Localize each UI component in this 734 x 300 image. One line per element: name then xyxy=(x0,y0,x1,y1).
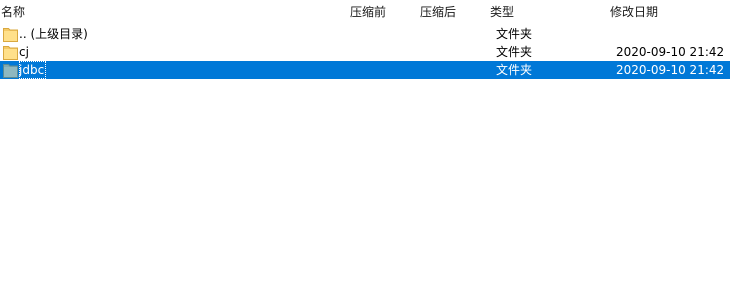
column-header-size-before[interactable]: 压缩前 xyxy=(350,4,386,20)
column-header-type[interactable]: 类型 xyxy=(490,4,514,20)
folder-icon xyxy=(3,28,18,42)
folder-icon xyxy=(3,46,18,60)
file-type: 文件夹 xyxy=(496,27,533,41)
column-header-name[interactable]: 名称 xyxy=(1,4,25,20)
file-row-jdbc[interactable]: jdbc 文件夹 2020-09-10 21:42 xyxy=(0,61,730,79)
column-header-modified[interactable]: 修改日期 xyxy=(610,4,658,20)
file-modified: 2020-09-10 21:42 xyxy=(616,45,725,59)
file-row-cj[interactable]: cj 文件夹 2020-09-10 21:42 xyxy=(0,43,730,61)
file-row-parent[interactable]: .. (上级目录) 文件夹 xyxy=(0,25,730,43)
file-type: 文件夹 xyxy=(496,45,533,59)
file-type: 文件夹 xyxy=(496,63,533,77)
file-name-jdbc: jdbc xyxy=(19,61,47,79)
column-header-bar: 名称 压缩前 压缩后 类型 修改日期 xyxy=(0,0,734,22)
file-name-parent: .. (上级目录) xyxy=(19,27,88,41)
column-header-size-after[interactable]: 压缩后 xyxy=(420,4,456,20)
folder-icon xyxy=(3,64,18,78)
file-name-cj: cj xyxy=(19,45,29,59)
file-modified: 2020-09-10 21:42 xyxy=(616,63,725,77)
